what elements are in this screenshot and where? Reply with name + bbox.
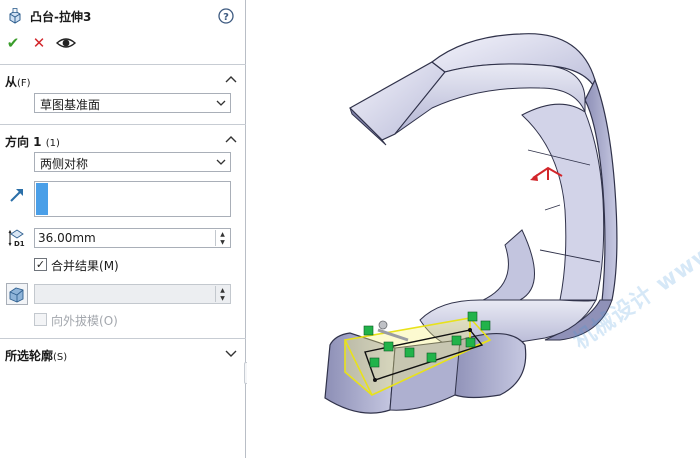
active-selection-marker [36, 183, 48, 215]
direction1-section-label: 方向 1 (1) [5, 135, 60, 149]
graphics-viewport[interactable]: 机械设计 www.jxage.com [247, 0, 700, 458]
feature-title: 凸台-拉伸3 [30, 10, 92, 24]
merge-result-label: 合并结果(M) [51, 259, 119, 273]
relation-handle[interactable] [465, 337, 476, 348]
relation-handle[interactable] [369, 357, 380, 368]
divider [0, 338, 246, 339]
chevron-down-icon [216, 100, 226, 106]
merge-result-checkbox[interactable]: ✓ [34, 258, 47, 271]
property-manager-header: 凸台-拉伸3 ? [0, 0, 246, 32]
draft-angle-input[interactable]: ▲ ▼ [34, 284, 231, 304]
relation-handle[interactable] [363, 325, 374, 336]
svg-text:D1: D1 [14, 240, 25, 247]
lower-bend[interactable] [469, 229, 535, 306]
draft-outward-checkbox[interactable] [34, 313, 47, 326]
action-buttons-row: ✔ ✕ [0, 32, 246, 56]
sketch-point[interactable] [373, 378, 377, 382]
spin-down-button[interactable]: ▼ [216, 238, 229, 246]
depth-spinner: ▲ ▼ [215, 230, 229, 246]
selected-contours-label: 所选轮廓(S) [5, 349, 68, 363]
relation-handle[interactable] [480, 320, 491, 331]
direction-reference-selection-box[interactable] [34, 181, 231, 217]
spin-up-button[interactable]: ▲ [216, 286, 229, 294]
from-start-condition-select[interactable]: 草图基准面 [34, 93, 231, 113]
draft-outward-label: 向外拔模(O) [51, 314, 118, 328]
relation-handle[interactable] [451, 335, 462, 346]
relation-handle[interactable] [383, 341, 394, 352]
help-icon[interactable]: ? [218, 8, 234, 24]
spin-up-button[interactable]: ▲ [216, 230, 229, 238]
divider [0, 64, 246, 65]
chevron-down-icon[interactable] [225, 348, 237, 358]
draft-toggle-icon[interactable] [6, 283, 28, 305]
selected-contours-section-header[interactable]: 所选轮廓(S) [0, 343, 246, 365]
spin-down-button[interactable]: ▼ [216, 294, 229, 302]
from-section-label: 从(F) [5, 75, 31, 89]
depth-dimension-icon: D1 [8, 229, 25, 247]
svg-text:?: ? [223, 12, 229, 23]
depth-input[interactable]: 36.00mm ▲ ▼ [34, 228, 231, 248]
ok-button[interactable]: ✔ [4, 34, 22, 52]
cancel-button[interactable]: ✕ [30, 34, 48, 52]
divider [0, 124, 246, 125]
chevron-up-icon[interactable] [225, 134, 237, 144]
drag-handle-knob[interactable] [378, 320, 388, 330]
end-condition-select[interactable]: 两侧对称 [34, 152, 231, 172]
chevron-down-icon [216, 159, 226, 165]
property-manager-panel: 凸台-拉伸3 ? ✔ ✕ 从(F) 草图基准面 方向 1 (1) 两侧对称 D1… [0, 0, 246, 458]
3d-model-view[interactable] [247, 0, 700, 458]
relation-handle[interactable] [426, 352, 437, 363]
relation-handle[interactable] [467, 311, 478, 322]
extrude-direction-arrow-icon[interactable] [7, 185, 27, 205]
extrude-feature-icon [9, 8, 21, 24]
direction1-section-header[interactable]: 方向 1 (1) [0, 129, 246, 151]
from-section-header[interactable]: 从(F) [0, 69, 246, 91]
sketch-point[interactable] [468, 328, 472, 332]
draft-spinner: ▲ ▼ [215, 286, 229, 302]
chevron-up-icon[interactable] [225, 74, 237, 84]
preview-eye-icon[interactable] [55, 34, 77, 52]
relation-handle[interactable] [404, 347, 415, 358]
